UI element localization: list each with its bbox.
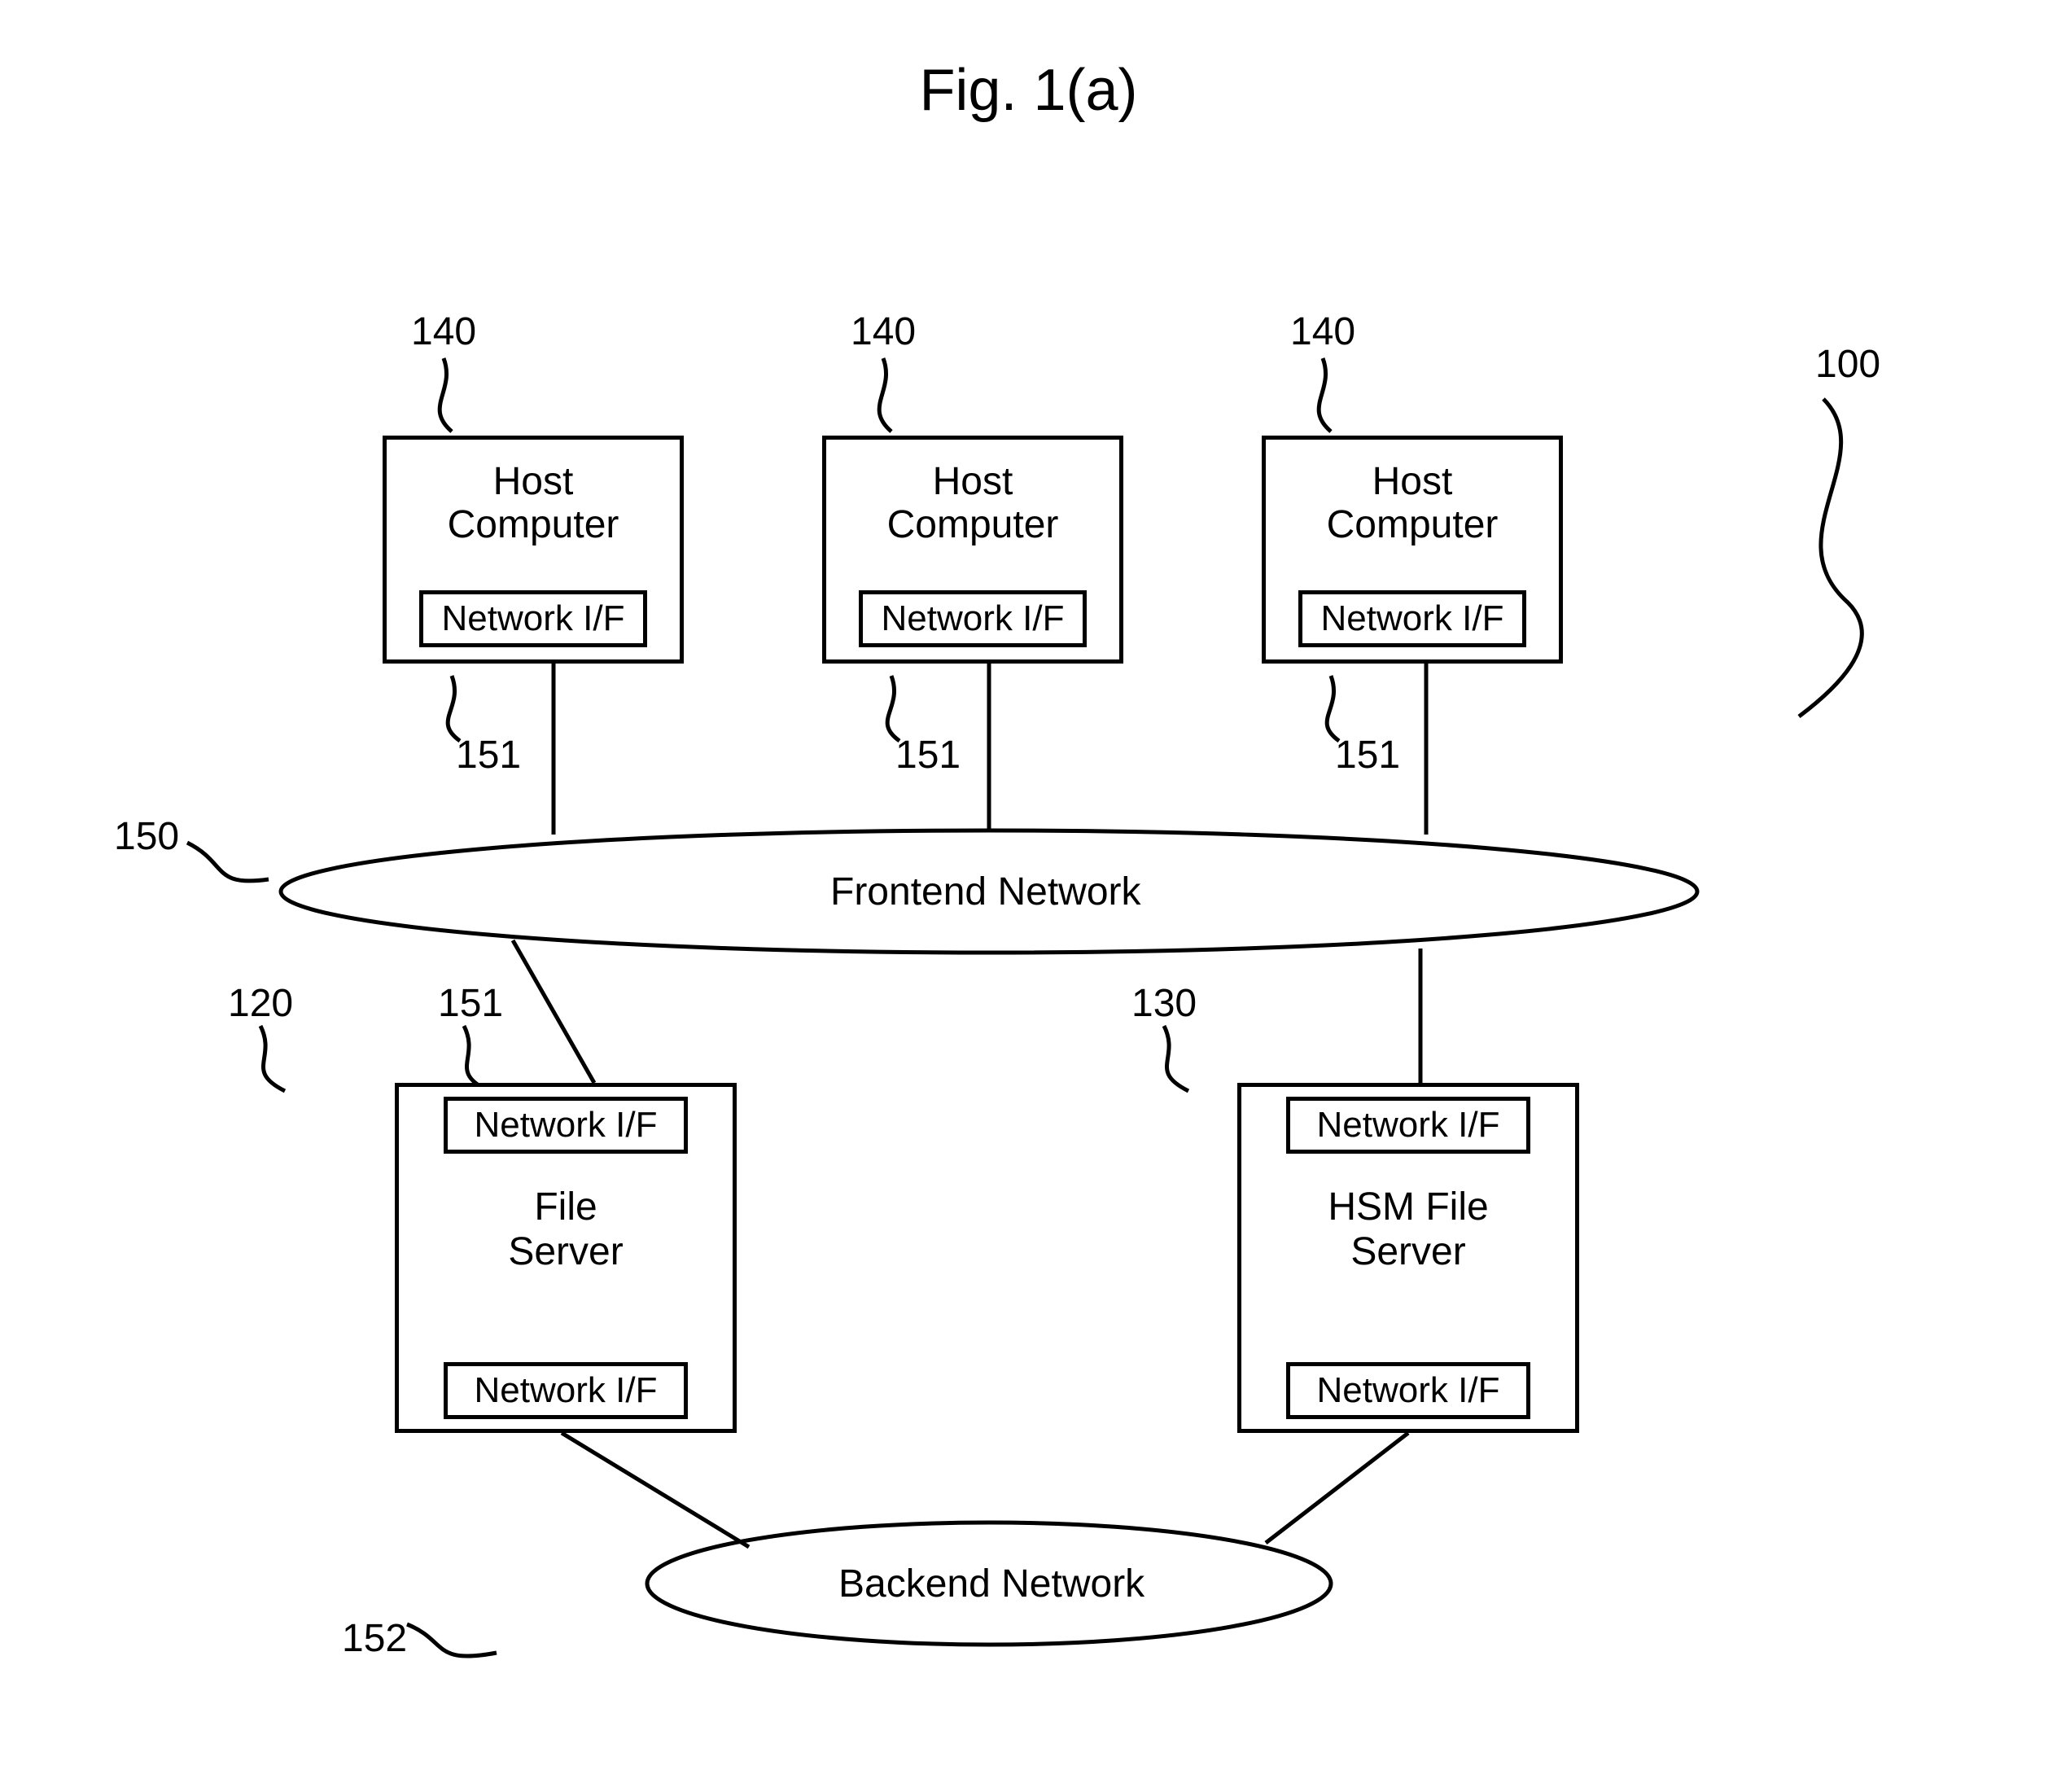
conn-frontend-fileserver (513, 940, 594, 1083)
host3-line1: Host (1372, 460, 1453, 503)
hsm-line2: Server (1350, 1230, 1465, 1273)
leader-151c (1327, 676, 1339, 741)
hsm-file-server: Network I/F HSM File Server Network I/F (1237, 1083, 1579, 1433)
diagram-stage: Fig. 1(a) Host Computer Network I/F Host… (0, 0, 2057, 1792)
leader-140a (440, 358, 452, 432)
host3-nif-text: Network I/F (1321, 598, 1504, 639)
file-server-nif-bottom-text: Network I/F (475, 1370, 658, 1411)
conn-hsm-backend (1266, 1433, 1408, 1543)
file-server-nif-top: Network I/F (444, 1097, 688, 1154)
figure-title: Fig. 1(a) (0, 57, 2057, 124)
host1-nif: Network I/F (419, 590, 647, 647)
hsm-nif-top: Network I/F (1286, 1097, 1530, 1154)
hsm-nif-bottom: Network I/F (1286, 1362, 1530, 1419)
file-server-nif-top-text: Network I/F (475, 1105, 658, 1146)
hsm-line1: HSM File (1328, 1185, 1488, 1229)
leader-120 (260, 1026, 285, 1091)
ref-151b: 151 (895, 733, 961, 778)
leader-152 (407, 1624, 497, 1656)
hsm-label: HSM File Server (1241, 1185, 1575, 1274)
leader-100 (1799, 399, 1862, 716)
host2-nif: Network I/F (859, 590, 1087, 647)
host2-line2: Computer (887, 503, 1059, 546)
ref-140c: 140 (1290, 309, 1355, 354)
host1-line2: Computer (448, 503, 619, 546)
ref-120: 120 (228, 981, 293, 1026)
file-server: Network I/F File Server Network I/F (395, 1083, 737, 1433)
ref-150: 150 (114, 814, 179, 859)
ref-140a: 140 (411, 309, 476, 354)
host-computer-1: Host Computer Network I/F (383, 436, 684, 664)
figure-title-text: Fig. 1(a) (919, 58, 1137, 123)
file-server-nif-bottom: Network I/F (444, 1362, 688, 1419)
leader-151d (464, 1026, 488, 1091)
ref-151c: 151 (1335, 733, 1400, 778)
host3-line2: Computer (1327, 503, 1499, 546)
conn-fileserver-backend (562, 1433, 749, 1547)
host3-label: Host Computer (1266, 461, 1559, 547)
hsm-nif-top-text: Network I/F (1317, 1105, 1500, 1146)
leader-130 (1164, 1026, 1188, 1091)
host3-nif: Network I/F (1298, 590, 1526, 647)
host-computer-3: Host Computer Network I/F (1262, 436, 1563, 664)
backend-network-label: Backend Network (838, 1562, 1144, 1606)
host1-nif-text: Network I/F (442, 598, 625, 639)
host-computer-2: Host Computer Network I/F (822, 436, 1123, 664)
ref-151d: 151 (438, 981, 503, 1026)
file-server-line2: Server (508, 1230, 623, 1273)
host2-nif-text: Network I/F (882, 598, 1065, 639)
leader-151a (448, 676, 460, 741)
leader-140c (1319, 358, 1331, 432)
ref-100: 100 (1815, 342, 1880, 387)
host2-line1: Host (933, 460, 1013, 503)
leader-151b (887, 676, 899, 741)
ref-140b: 140 (851, 309, 916, 354)
ref-152: 152 (342, 1616, 407, 1661)
file-server-label: File Server (399, 1185, 733, 1274)
host2-label: Host Computer (826, 461, 1119, 547)
ref-151a: 151 (456, 733, 521, 778)
host1-label: Host Computer (387, 461, 680, 547)
leader-150 (187, 843, 269, 881)
file-server-line1: File (534, 1185, 597, 1229)
ref-130: 130 (1131, 981, 1197, 1026)
leader-140b (879, 358, 891, 432)
frontend-network-label: Frontend Network (830, 870, 1141, 914)
hsm-nif-bottom-text: Network I/F (1317, 1370, 1500, 1411)
host1-line1: Host (493, 460, 574, 503)
